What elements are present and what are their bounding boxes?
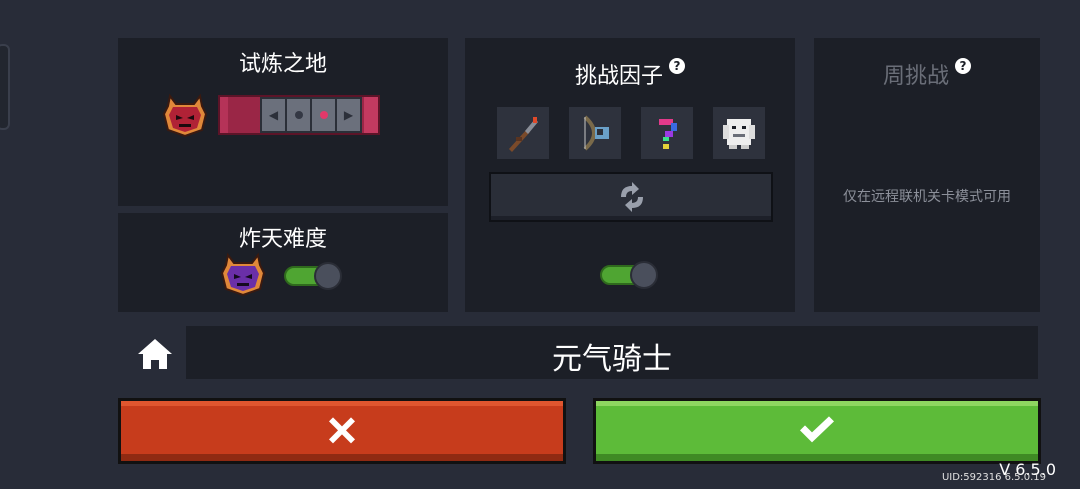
hell-difficulty-title: 炸天难度 <box>238 227 327 252</box>
trial-level-slider[interactable]: ◀ ▶ <box>218 95 380 135</box>
dot-icon <box>287 99 312 131</box>
chevron-left-icon[interactable]: ◀ <box>262 99 287 131</box>
challenge-factors-toggle[interactable] <box>600 261 658 289</box>
help-icon[interactable]: ? <box>955 58 971 74</box>
hell-difficulty-panel: 炸天难度 <box>118 213 448 312</box>
bow-icon[interactable] <box>569 107 621 159</box>
character-name-bar: 元气骑士 <box>186 326 1038 379</box>
trial-title: 试炼之地 <box>238 52 327 77</box>
hell-difficulty-toggle[interactable] <box>284 262 342 290</box>
weekly-challenge-note: 仅在远程联机关卡模式可用 <box>843 189 1011 205</box>
help-icon[interactable]: ? <box>669 58 685 74</box>
slider-knob[interactable]: ◀ ▶ <box>260 97 362 133</box>
challenge-factors-panel: 挑战因子? <box>465 38 795 312</box>
challenge-factors-title: 挑战因子 <box>574 64 663 89</box>
chevron-right-icon[interactable]: ▶ <box>337 99 360 131</box>
weekly-challenge-title: 周挑战 <box>882 64 949 89</box>
red-demon-emblem-icon <box>162 93 208 138</box>
side-drawer-tab[interactable] <box>0 44 10 130</box>
refresh-factors-button[interactable] <box>489 172 773 222</box>
purple-demon-emblem-icon <box>220 252 266 297</box>
refresh-icon <box>621 182 643 212</box>
check-icon <box>800 416 834 443</box>
snow-ape-boss-icon[interactable] <box>713 107 765 159</box>
home-icon[interactable] <box>136 335 174 373</box>
cancel-button[interactable] <box>118 398 566 464</box>
mystery-question-icon[interactable] <box>641 107 693 159</box>
close-icon <box>329 417 355 444</box>
dot-icon <box>312 99 337 131</box>
trial-panel: 试炼之地 ◀ ▶ <box>118 38 448 206</box>
shotgun-icon[interactable] <box>497 107 549 159</box>
weekly-challenge-panel: 周挑战? 仅在远程联机关卡模式可用 <box>814 38 1040 312</box>
character-name: 元气骑士 <box>552 342 672 377</box>
confirm-button[interactable] <box>593 398 1041 464</box>
uid-label: UID:592316 6.5.0.19 <box>941 472 1046 483</box>
